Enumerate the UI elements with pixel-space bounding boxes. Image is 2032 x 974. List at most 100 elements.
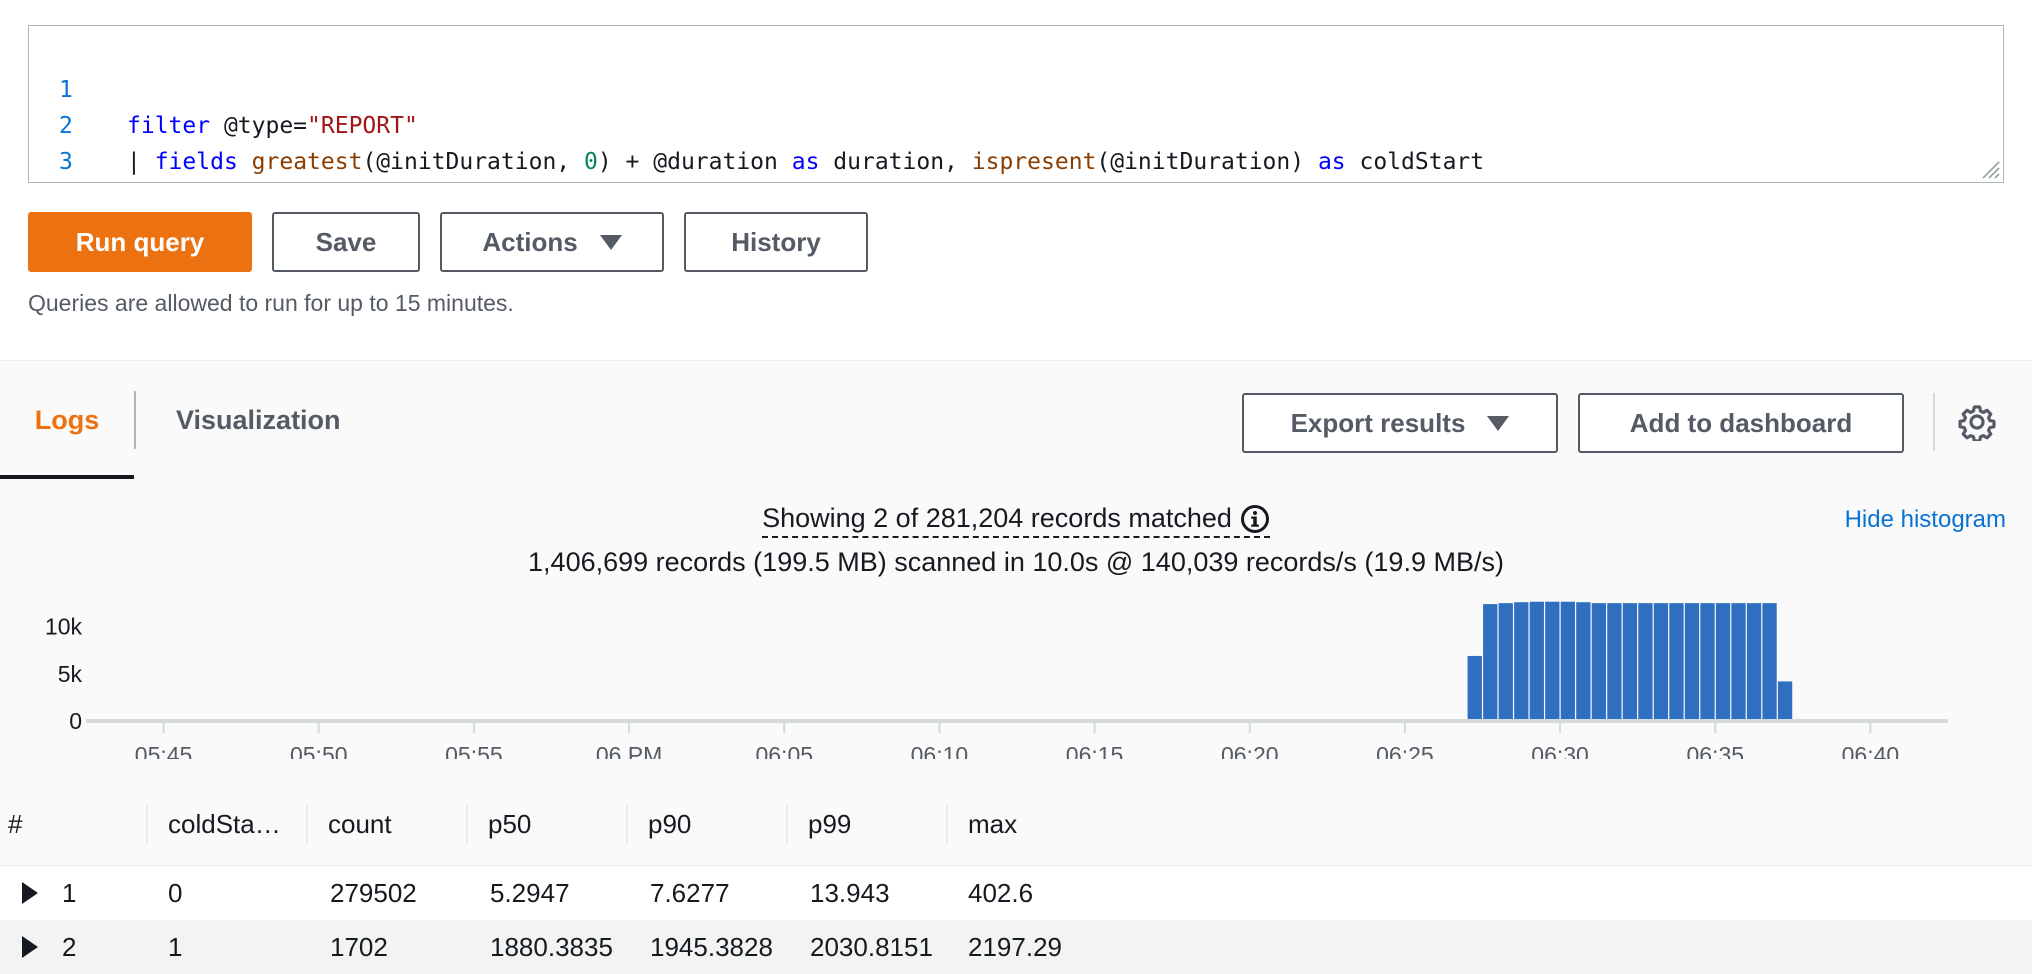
histogram-bar[interactable] [1514,602,1529,721]
code-token: "REPORT" [307,113,418,139]
column-header[interactable]: p99 [808,783,851,865]
code-token: as [791,149,820,175]
histogram-bar[interactable] [1762,603,1777,721]
y-tick-label: 5k [58,661,83,687]
code-token: duration, [819,149,972,175]
column-divider[interactable] [146,805,148,845]
column-header[interactable]: max [968,783,1017,865]
histogram-bar[interactable] [1777,681,1793,721]
code-token: coldStart [1345,149,1485,175]
column-header[interactable]: # [8,783,22,865]
x-tick-label: 06:05 [755,742,813,759]
table-cell: 13.943 [810,878,890,908]
table-cell: 1880.3835 [490,932,613,962]
x-tick-label: 06:20 [1221,742,1279,759]
caret-down-icon [1487,415,1510,431]
history-button[interactable]: History [684,212,868,272]
histogram-bar[interactable] [1545,601,1560,721]
save-button[interactable]: Save [272,212,420,272]
export-results-dropdown[interactable]: Export results [1242,393,1558,453]
line-code: filter @type="REPORT" [127,108,418,144]
table-row[interactable]: 2 1 1702 1880.3835 1945.3828 2030.8151 2197.29 [0,920,2032,974]
active-tab-indicator [0,475,134,479]
records-matched[interactable]: Showing 2 of 281,204 records matched [762,503,1270,538]
table-row[interactable]: 1 0 279502 5.2947 7.6277 13.943 402.6 [0,866,2032,920]
results-tabs: Logs Visualization Export results Add to… [0,361,2032,479]
code-token: filter [127,113,211,139]
histogram-bar[interactable] [1653,603,1669,721]
histogram-bar[interactable] [1715,603,1731,721]
code-line-3: 3 | stats count(*) as count, pct(duratio… [29,108,84,175]
histogram-bar[interactable] [1529,601,1544,721]
code-token: | [127,149,155,175]
table-cell: 1945.3828 [650,932,773,962]
table-cell: 1 [168,932,183,962]
histogram-bar[interactable] [1731,603,1746,721]
histogram-bar[interactable] [1576,602,1591,721]
histogram-bar[interactable] [1622,603,1638,721]
histogram-bar[interactable] [1669,603,1684,721]
records-matched-text: Showing 2 of 281,204 records matched [762,503,1232,533]
code-token: 0 [584,149,598,175]
caret-down-icon [599,234,622,250]
x-tick-label: 05:50 [290,742,348,759]
column-header[interactable]: p90 [648,783,691,865]
resize-handle-icon[interactable] [1979,158,2001,180]
histogram-bar[interactable] [1560,601,1575,721]
column-header[interactable]: count [328,783,392,865]
column-divider[interactable] [946,805,948,845]
table-body: 1 0 279502 5.2947 7.6277 13.943 402.6 2 1 1702 188… [0,866,2032,974]
x-tick-label: 05:45 [135,742,193,759]
column-divider[interactable] [306,805,308,845]
run-query-button[interactable]: Run query [28,212,252,272]
gear-icon[interactable] [1958,403,1996,441]
expand-row-icon[interactable] [22,936,38,958]
histogram-bar[interactable] [1607,603,1622,721]
query-editor[interactable]: 1 filter @type="REPORT" 2 | fields great… [28,25,2004,183]
tab-visualization[interactable]: Visualization [176,361,341,479]
line-code: | stats count(*) as count, pct(duration,… [127,180,1927,182]
expand-row-icon[interactable] [22,882,38,904]
histogram-bar[interactable] [1638,603,1653,721]
export-results-label: Export results [1290,407,1466,438]
add-to-dashboard-button[interactable]: Add to dashboard [1578,393,1904,453]
histogram-bar[interactable] [1700,603,1715,721]
code-token: @type= [210,113,308,139]
column-divider[interactable] [466,805,468,845]
actions-label: Actions [482,226,578,257]
info-icon[interactable] [1240,504,1270,534]
code-line-1: 1 filter @type="REPORT" [29,36,418,139]
code-line-2: 2 | fields greatest(@initDuration, 0) + … [29,72,1484,175]
histogram-bar[interactable] [1746,603,1762,721]
x-tick-label: 06:10 [911,742,969,759]
histogram-bar[interactable] [1498,603,1513,721]
query-time-hint: Queries are allowed to run for up to 15 … [28,290,514,316]
scan-stats: 1,406,699 records (199.5 MB) scanned in … [528,547,1504,577]
column-divider[interactable] [626,805,628,845]
code-token: fields [154,149,238,175]
x-tick-label: 06:30 [1531,742,1589,759]
table-cell: 1702 [330,932,388,962]
x-tick-label: 06:40 [1842,742,1900,759]
x-tick-label: 06:35 [1686,742,1744,759]
histogram-bar[interactable] [1684,603,1700,721]
hide-histogram-link[interactable]: Hide histogram [1845,506,2006,534]
column-divider[interactable] [786,805,788,845]
y-tick-label: 10k [45,614,83,640]
tab-visualization-label: Visualization [176,404,341,435]
histogram-bar[interactable] [1467,655,1482,721]
x-tick-label: 05:55 [445,742,503,759]
code-token: ispresent [971,149,1097,175]
table-cell: 2 [62,932,77,962]
histogram-bar[interactable] [1591,603,1607,721]
histogram-bar[interactable] [1483,604,1498,721]
line-code: | fields greatest(@initDuration, 0) + @d… [127,144,1484,180]
table-cell: 2197.29 [968,932,1062,962]
table-cell: 5.2947 [490,878,570,908]
column-header[interactable]: coldSta… [168,783,281,865]
table-cell: 7.6277 [650,878,730,908]
actions-dropdown[interactable]: Actions [440,212,664,272]
tab-logs[interactable]: Logs [0,361,134,479]
column-header[interactable]: p50 [488,783,531,865]
table-cell: 402.6 [968,878,1034,908]
